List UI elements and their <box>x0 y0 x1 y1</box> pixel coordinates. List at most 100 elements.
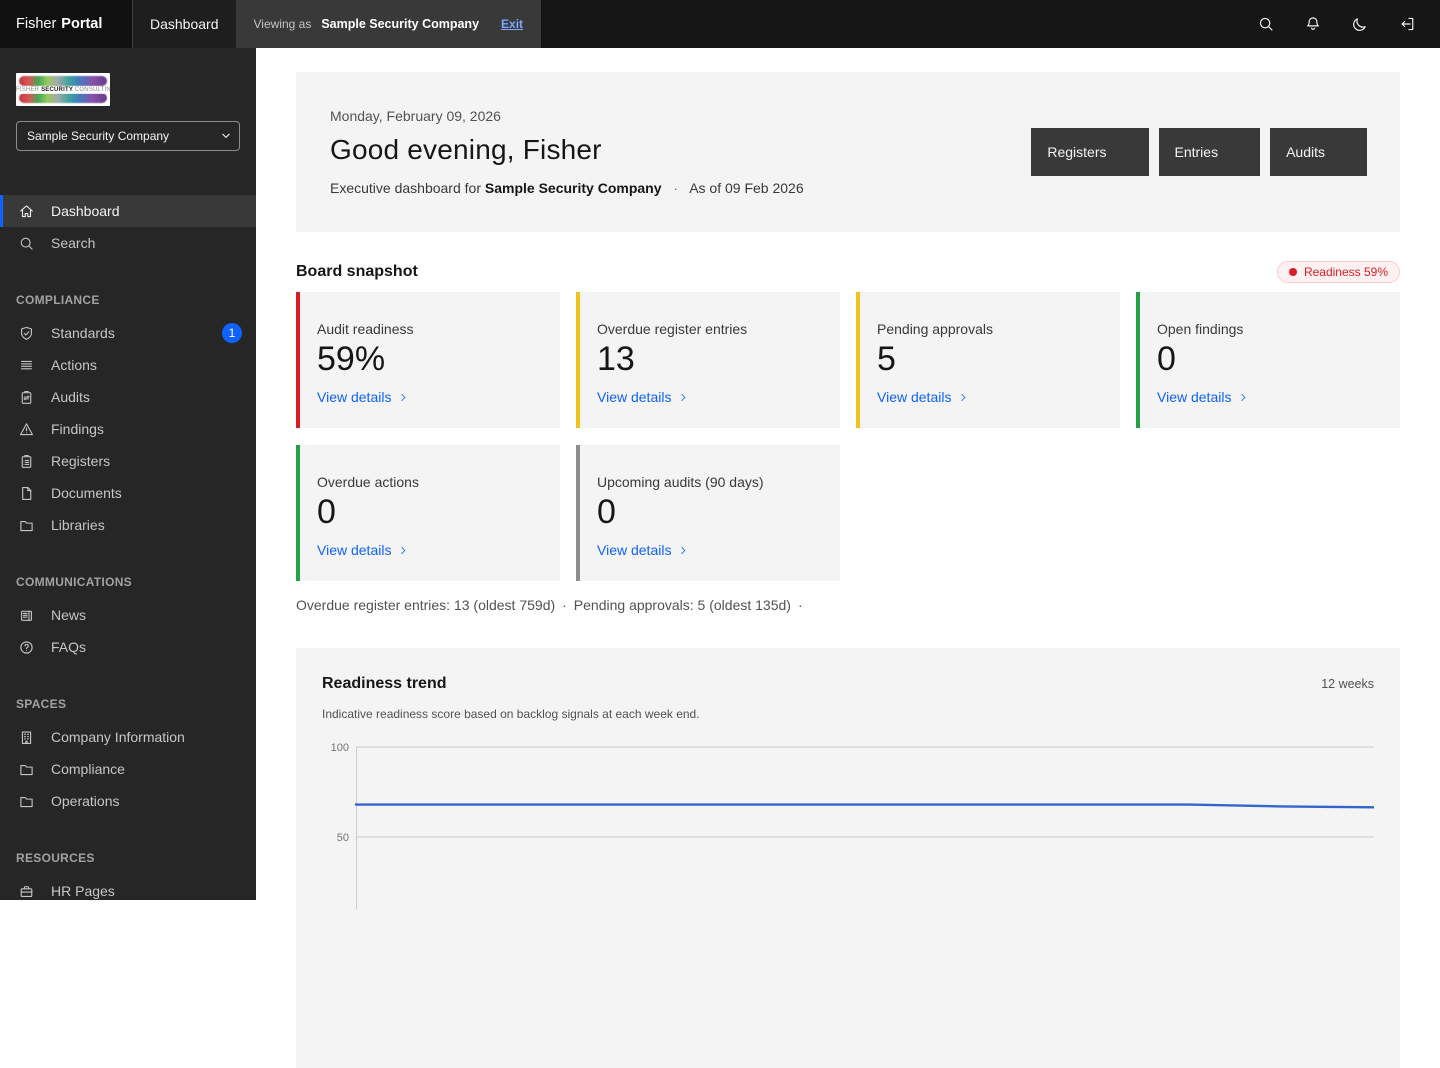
building-icon <box>18 729 35 746</box>
topbar-actions <box>1242 0 1440 48</box>
sidebar-item-registers[interactable]: Registers <box>0 445 256 477</box>
dark-mode-button[interactable] <box>1336 0 1383 48</box>
logo-paint-top <box>19 76 107 86</box>
main-content: Monday, February 09, 2026 Good evening, … <box>256 48 1440 1068</box>
newspaper-icon <box>18 607 35 624</box>
view-details-label: View details <box>877 389 951 405</box>
sidebar-item-label: Standards <box>51 325 115 341</box>
logout-button[interactable] <box>1383 0 1430 48</box>
status-dot <box>1289 268 1297 276</box>
readiness-trend-card: Readiness trend 12 weeks Indicative read… <box>296 648 1400 1068</box>
sidebar-item-label: Company Information <box>51 729 185 745</box>
company-logo: FISHER SECURITY CONSULTING <box>16 73 110 106</box>
kpi-card-audit-readiness: Audit readiness59%View details <box>296 292 560 428</box>
search-icon <box>1257 15 1275 33</box>
registers-button[interactable]: Registers <box>1031 128 1148 176</box>
sidebar-item-findings[interactable]: Findings <box>0 413 256 445</box>
kpi-grid: Audit readiness59%View details Overdue re… <box>296 292 1400 581</box>
sidebar-item-search[interactable]: Search <box>0 227 256 259</box>
sidebar-item-label: Libraries <box>51 517 105 533</box>
top-bar: Fisher Portal Dashboard Viewing as Sampl… <box>0 0 1440 48</box>
sidebar-item-label: Search <box>51 235 95 251</box>
trend-range-label: 12 weeks <box>1321 677 1374 691</box>
sidebar-section-heading-communications: COMMUNICATIONS <box>0 575 256 589</box>
chevron-right-icon <box>958 392 969 403</box>
sidebar-item-label: Compliance <box>51 761 125 777</box>
kpi-label: Overdue register entries <box>597 321 826 337</box>
view-details-label: View details <box>317 542 391 558</box>
trend-header: Readiness trend 12 weeks <box>322 674 1374 694</box>
kpi-label: Pending approvals <box>877 321 1106 337</box>
exit-link[interactable]: Exit <box>501 17 523 31</box>
viewing-as-company: Sample Security Company <box>321 17 479 31</box>
sidebar-item-company-information[interactable]: Company Information <box>0 721 256 753</box>
sidebar-section-heading-spaces: SPACES <box>0 697 256 711</box>
notifications-button[interactable] <box>1289 0 1336 48</box>
trend-chart-wrap: 10050 <box>322 739 1374 914</box>
chevron-right-icon <box>678 545 689 556</box>
chevron-right-icon <box>398 545 409 556</box>
readiness-badge: Readiness 59% <box>1277 261 1400 283</box>
warning-icon <box>18 421 35 438</box>
search-icon <box>18 235 35 252</box>
sidebar-item-dashboard[interactable]: Dashboard <box>0 195 256 227</box>
logout-icon <box>1398 15 1416 33</box>
chevron-right-icon <box>1238 392 1249 403</box>
kpi-card-pending-approvals: Pending approvals 5 View details <box>856 292 1120 428</box>
home-icon <box>18 203 35 220</box>
viewing-as-banner: Viewing as Sample Security Company Exit <box>236 0 542 48</box>
audits-button[interactable]: Audits <box>1270 128 1367 176</box>
sidebar-item-operations[interactable]: Operations <box>0 785 256 817</box>
notification-badge: 1 <box>222 323 242 343</box>
brand-suffix: Portal <box>61 16 102 32</box>
nav-dashboard-tab[interactable]: Dashboard <box>133 0 236 48</box>
folder-icon <box>18 761 35 778</box>
kpi-value: 0 <box>1157 340 1386 378</box>
sidebar-item-label: Registers <box>51 453 110 469</box>
sidebar-item-audits[interactable]: Audits <box>0 381 256 413</box>
view-details-link[interactable]: View details <box>597 389 689 405</box>
kpi-value: 5 <box>877 340 1106 378</box>
sidebar-item-faqs[interactable]: FAQs <box>0 631 256 663</box>
view-details-label: View details <box>317 389 391 405</box>
brand-name: Fisher <box>16 16 56 32</box>
search-button[interactable] <box>1242 0 1289 48</box>
sidebar-item-documents[interactable]: Documents <box>0 477 256 509</box>
view-details-link[interactable]: View details <box>597 542 689 558</box>
moon-icon <box>1351 15 1369 33</box>
view-details-label: View details <box>597 542 671 558</box>
sidebar-nav: DashboardSearchCOMPLIANCEStandards1Actio… <box>0 195 256 907</box>
folder-icon <box>18 793 35 810</box>
trend-title: Readiness trend <box>322 675 446 693</box>
view-details-link[interactable]: View details <box>317 542 409 558</box>
readiness-badge-label: Readiness 59% <box>1304 265 1388 279</box>
view-details-link[interactable]: View details <box>877 389 969 405</box>
brand[interactable]: Fisher Portal <box>0 0 133 48</box>
view-details-link[interactable]: View details <box>1157 389 1249 405</box>
as-of-date: As of 09 Feb 2026 <box>689 180 803 196</box>
briefcase-icon <box>18 883 35 900</box>
sidebar-item-libraries[interactable]: Libraries <box>0 509 256 541</box>
company-select[interactable]: Sample Security Company <box>16 121 240 151</box>
company-select-wrap: Sample Security Company <box>16 121 240 151</box>
view-details-link[interactable]: View details <box>317 389 409 405</box>
quick-action-buttons: RegistersEntriesAudits <box>1031 128 1400 176</box>
sidebar-item-label: News <box>51 607 86 623</box>
kpi-value: 13 <box>597 340 826 378</box>
sidebar-item-label: FAQs <box>51 639 86 655</box>
readiness-trend-line <box>356 805 1374 808</box>
sidebar-item-label: Dashboard <box>51 203 120 219</box>
sidebar-item-actions[interactable]: Actions <box>0 349 256 381</box>
greeting-card: Monday, February 09, 2026 Good evening, … <box>296 72 1400 232</box>
sidebar-item-standards[interactable]: Standards 1 <box>0 317 256 349</box>
rows-icon <box>18 357 35 374</box>
kpi-card-overdue-actions: Overdue actions0View details <box>296 445 560 581</box>
sidebar-item-news[interactable]: News <box>0 599 256 631</box>
chevron-right-icon <box>398 392 409 403</box>
kpi-value: 0 <box>597 493 826 531</box>
clipboard-list-icon <box>18 453 35 470</box>
sidebar-section-heading-resources: RESOURCES <box>0 851 256 865</box>
view-details-label: View details <box>597 389 671 405</box>
sidebar-item-compliance[interactable]: Compliance <box>0 753 256 785</box>
entries-button[interactable]: Entries <box>1159 128 1261 176</box>
